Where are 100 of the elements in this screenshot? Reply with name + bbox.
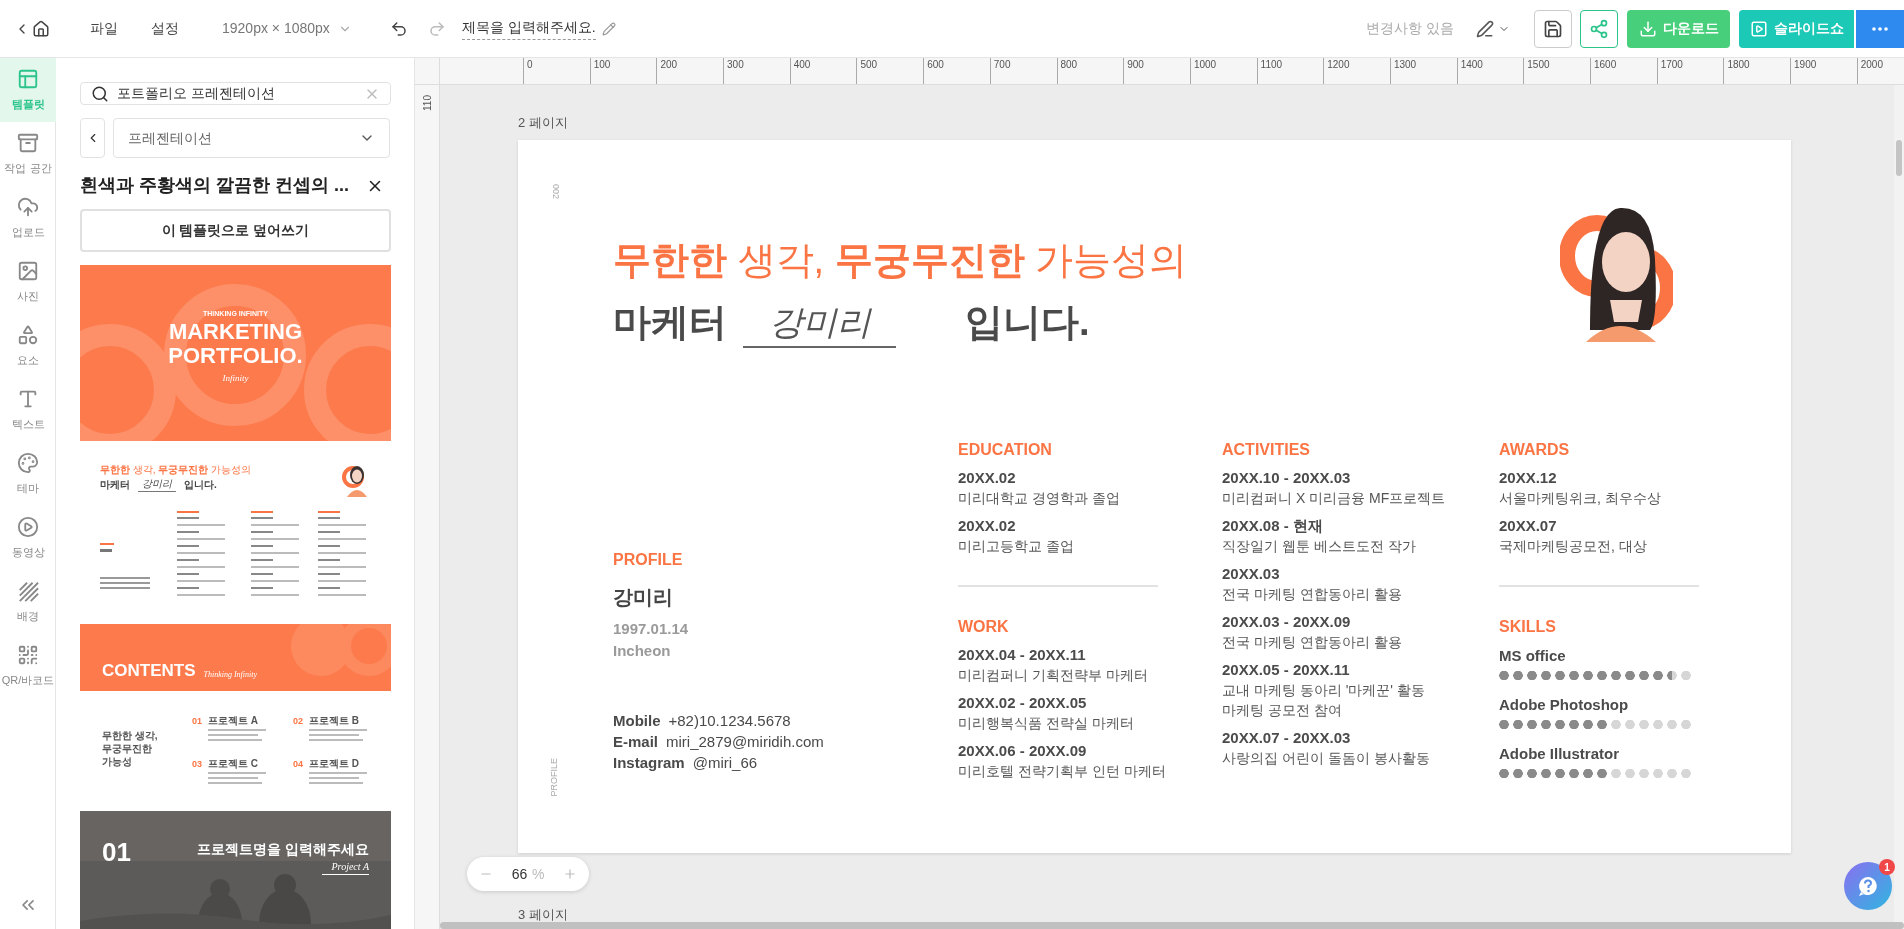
- text-lines-drawing: [309, 772, 369, 786]
- sidebar-tab[interactable]: 템플릿: [0, 58, 56, 122]
- item-number: 01: [192, 715, 202, 728]
- city: Incheon: [613, 641, 672, 661]
- upload-icon: [17, 195, 39, 218]
- zoom-value[interactable]: 66: [511, 863, 528, 885]
- headline: 무궁무진한: [102, 742, 153, 755]
- share-button[interactable]: [1580, 9, 1618, 48]
- sidebar-tab[interactable]: QR/바코드: [0, 634, 56, 698]
- contact-value: miri_2879@miridih.com: [666, 732, 824, 752]
- pen-dropdown[interactable]: [1476, 19, 1510, 38]
- sidebar-tab[interactable]: 업로드: [0, 186, 56, 250]
- share-icon: [1589, 18, 1609, 39]
- item-title: 프로젝트 A: [208, 715, 259, 727]
- item-title: 프로젝트 D: [309, 758, 360, 770]
- search-field[interactable]: 포트폴리오 프레젠테이션: [80, 82, 391, 105]
- entry-description: 미리행복식품 전략실 마케터: [958, 714, 1135, 733]
- sidebar-tab[interactable]: 요소: [0, 314, 56, 378]
- entry-description: 전국 마케팅 연합동아리 활용: [1222, 633, 1403, 652]
- item-number: 04: [293, 758, 303, 771]
- ruler-label: 1000: [1192, 58, 1217, 72]
- script-text: Infinity: [222, 371, 249, 385]
- ruler-label: 1500: [1526, 58, 1550, 72]
- entry-description: 서울마케팅위크, 최우수상: [1499, 489, 1662, 508]
- more-icon: [1872, 26, 1888, 31]
- ruler-label: 1200: [1326, 58, 1350, 72]
- back-button[interactable]: [80, 118, 105, 158]
- banner-title: CONTENTS: [102, 661, 196, 681]
- sidebar-tab[interactable]: 동영상: [0, 506, 56, 570]
- signature: 강미리: [138, 477, 176, 492]
- entry-date: 20XX.06 - 20XX.09: [958, 741, 1088, 761]
- redo-button[interactable]: [427, 19, 446, 38]
- section-heading: PROFILE: [613, 550, 684, 570]
- headline: 가능성: [102, 755, 133, 768]
- slideshow-button[interactable]: 슬라이드쇼: [1739, 9, 1854, 48]
- size-dropdown[interactable]: 1920px × 1080px: [222, 18, 352, 39]
- entry-date: 20XX.02: [958, 516, 1017, 536]
- download-button[interactable]: 다운로드: [1627, 9, 1730, 48]
- page-label: 2 페이지: [518, 115, 569, 131]
- contact-label: E-mail: [613, 732, 658, 752]
- skill-name: Adobe Photoshop: [1499, 695, 1630, 715]
- ruler-label: 1300: [1392, 58, 1417, 72]
- contact-value: +82)10.1234.5678: [668, 711, 791, 731]
- ruler-label: 300: [726, 58, 744, 72]
- notification-badge: 1: [1879, 859, 1895, 875]
- entry-date: 20XX.05 - 20XX.11: [1222, 660, 1351, 680]
- ruler-label: 700: [992, 58, 1011, 72]
- side-mark: PROFILE: [548, 758, 560, 797]
- pencil-icon[interactable]: [601, 21, 616, 36]
- undo-button[interactable]: [389, 19, 408, 38]
- category-dropdown[interactable]: 프레젠테이션: [113, 118, 390, 158]
- item-number: 02: [293, 715, 303, 728]
- menu-item[interactable]: 파일: [90, 18, 118, 39]
- title-field[interactable]: 제목을 입력해주세요.: [461, 17, 596, 40]
- entry-date: 20XX.03 - 20XX.09: [1222, 612, 1352, 632]
- text-lines-drawing: [208, 729, 268, 743]
- headline: 무한한 생각,: [102, 729, 159, 742]
- sidebar-tab[interactable]: 작업 공간: [0, 122, 56, 186]
- sidebar-tab[interactable]: 텍스트: [0, 378, 56, 442]
- template-thumbnail[interactable]: CONTENTS Thinking Infinity: [80, 624, 391, 691]
- horizontal-scrollbar[interactable]: [440, 922, 1904, 929]
- entry-description: 미리고등학교 졸업: [958, 537, 1075, 556]
- ruler-label: 1900: [1793, 58, 1817, 72]
- ruler-label: 800: [1059, 58, 1078, 72]
- template-title: 흰색과 주황색의 깔끔한 컨셉의 ...: [80, 174, 349, 197]
- sidebar-tab[interactable]: 테마: [0, 442, 56, 506]
- palette-icon: [17, 451, 39, 474]
- entry-description: 국제마케팅공모전, 대상: [1499, 537, 1648, 556]
- ruler-label: 1800: [1726, 58, 1750, 72]
- sidebar-tab[interactable]: 배경: [0, 570, 56, 634]
- home-icon: [32, 19, 50, 38]
- cover-title: MARKETING: [168, 319, 303, 344]
- item-title: 프로젝트 B: [309, 715, 360, 727]
- signature: 강미리: [743, 300, 896, 348]
- entry-date: 20XX.02: [958, 468, 1017, 488]
- sidebar-tab[interactable]: 사진: [0, 250, 56, 314]
- entry-date: 20XX.03: [1222, 564, 1281, 584]
- ruler-label: 900: [1126, 58, 1144, 72]
- skill-name: MS office: [1499, 646, 1567, 666]
- ruler-label: 500: [859, 58, 878, 72]
- shapes-icon: [17, 323, 39, 346]
- apply-template-button[interactable]: 이 템플릿으로 덮어쓰기: [80, 209, 391, 252]
- section-heading: ACTIVITIES: [1222, 440, 1311, 460]
- entry-description: 미리호텔 전략기획부 인턴 마케터: [958, 762, 1167, 781]
- zoom-in-icon[interactable]: [563, 867, 577, 881]
- headline: 무한한 생각, 무궁무진한 가능성의: [613, 238, 1188, 283]
- contact-value: @miri_66: [692, 753, 758, 773]
- menu-item[interactable]: 설정: [151, 18, 179, 39]
- ruler-label: 400: [792, 58, 811, 72]
- template-thumbnail[interactable]: 01 프로젝트명을 입력해주세요 Project A: [80, 811, 391, 929]
- entry-description: 미리대학교 경영학과 졸업: [958, 489, 1121, 508]
- undo-icon: [389, 19, 408, 38]
- save-button[interactable]: [1534, 9, 1572, 48]
- entry-date: 20XX.10 - 20XX.03: [1222, 468, 1352, 488]
- section-number: 01: [102, 837, 131, 867]
- help-button[interactable]: 1: [1844, 862, 1892, 910]
- more-button[interactable]: [1856, 9, 1904, 48]
- ruler-label: 1100: [1259, 58, 1283, 72]
- headline: 무한한 생각, 무궁무진한 가능성의: [100, 463, 252, 477]
- entry-date: 20XX.07: [1499, 516, 1558, 536]
